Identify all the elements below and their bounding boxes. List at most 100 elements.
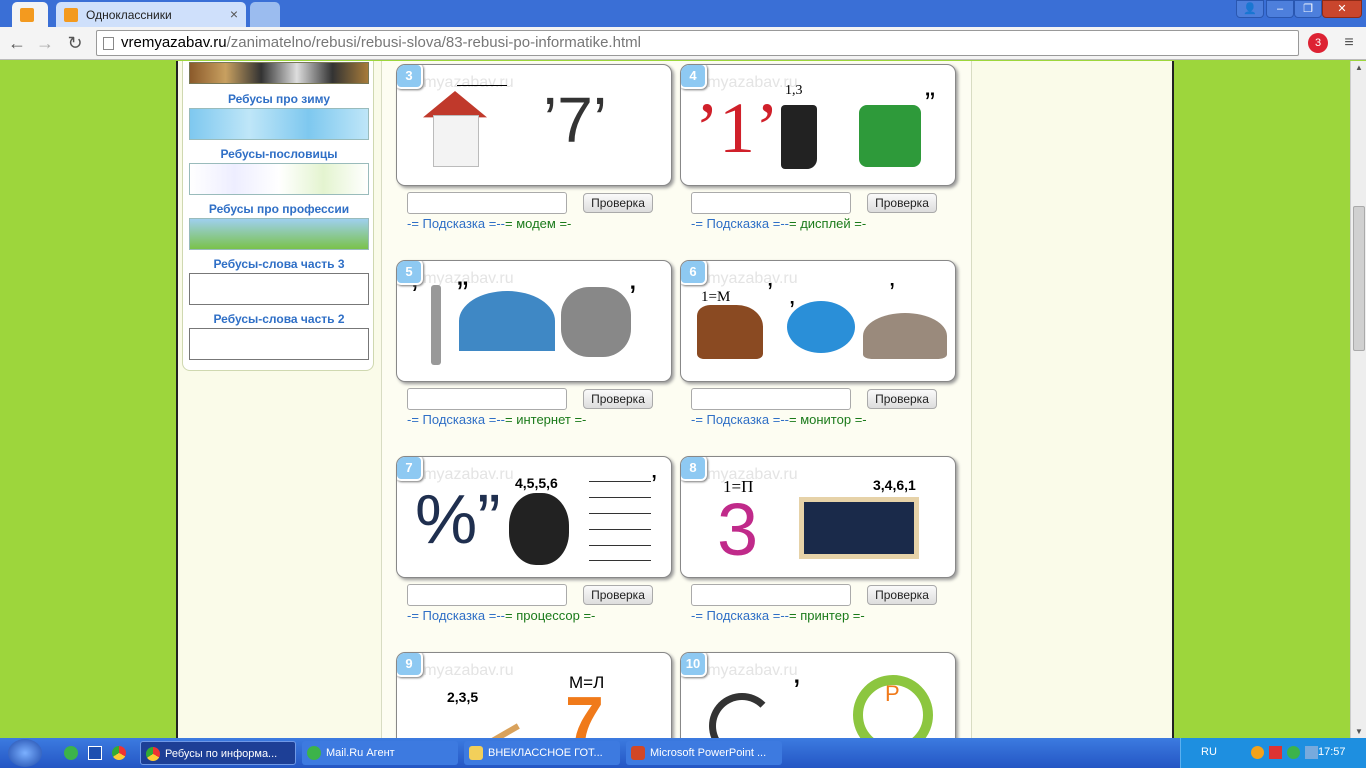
taskbar-item-folder[interactable]: ВНЕКЛАССНОЕ ГОТ...: [464, 741, 620, 765]
close-tab-icon[interactable]: ×: [230, 6, 238, 22]
url-host: vremyazabav.ru: [121, 34, 227, 51]
puzzle-card: 8 vremyazabav.ru 1=П 3 3,4,6,1: [680, 456, 956, 578]
answer-input[interactable]: [691, 388, 851, 410]
rebus-text: ’: [767, 277, 774, 308]
tray-app-icon[interactable]: [1251, 746, 1264, 759]
boot-icon: [781, 105, 817, 169]
scroll-up-icon[interactable]: ▲: [1355, 63, 1363, 72]
rebus-text: ”: [457, 275, 469, 313]
tab-vremyazabav[interactable]: [12, 2, 48, 27]
words-2-image: [189, 328, 369, 360]
puzzle-number: 6: [681, 261, 707, 285]
sidebar-item-professions[interactable]: Ребусы про профессии: [189, 202, 369, 250]
rebus-text: 7: [565, 682, 604, 738]
forward-icon[interactable]: →: [34, 33, 56, 55]
scrollbar-thumb[interactable]: [1353, 206, 1365, 351]
volume-icon[interactable]: [1269, 746, 1282, 759]
hand-shadow-icon: [561, 287, 631, 357]
close-window-button[interactable]: ✕: [1322, 0, 1362, 18]
snowflakes-image: [189, 108, 369, 140]
sickle-icon: [709, 693, 775, 738]
extension-badge: 3: [1314, 37, 1322, 49]
sidebar-item-label: Ребусы-слова часть 2: [213, 312, 345, 326]
taskbar-item-mailru[interactable]: Mail.Ru Агент: [302, 741, 458, 765]
check-button[interactable]: Проверка: [583, 389, 653, 409]
site-favicon-icon: [20, 7, 34, 22]
page-icon: [103, 37, 114, 50]
puzzle-number: 8: [681, 457, 707, 481]
taskbar: Ребусы по информа... Mail.Ru Агент ВНЕКЛ…: [0, 738, 1366, 768]
extension-icon[interactable]: 3: [1308, 33, 1328, 53]
menu-icon[interactable]: ≡: [1338, 33, 1360, 55]
check-button[interactable]: Проверка: [867, 585, 937, 605]
check-button[interactable]: Проверка: [867, 389, 937, 409]
puzzle-card: 5 vremyazabav.ru ’ ” ’: [396, 260, 672, 382]
sidebar-item-winter[interactable]: Ребусы про зиму: [189, 92, 369, 140]
check-button[interactable]: Проверка: [867, 193, 937, 213]
answer-input[interactable]: [407, 584, 567, 606]
words-3-image: [189, 273, 369, 305]
hint-text: -= Подсказка =--= дисплей =-: [691, 216, 867, 231]
tab-odnoklassniki[interactable]: Одноклассники ×: [56, 2, 246, 27]
watering-can-icon: [859, 105, 921, 167]
back-icon[interactable]: ←: [6, 33, 28, 55]
url-path: /zanimatelno/rebusi/rebusi-slova/83-rebu…: [226, 34, 641, 51]
taskbar-item-browser[interactable]: Ребусы по информа...: [140, 741, 296, 765]
hint-text: -= Подсказка =--= интернет =-: [407, 412, 587, 427]
restore-button[interactable]: ❐: [1294, 0, 1322, 18]
vertical-scrollbar[interactable]: ▲ ▼: [1350, 61, 1366, 738]
taskbar-item-powerpoint[interactable]: Microsoft PowerPoint ...: [626, 741, 782, 765]
treble-clef-icon: [589, 481, 651, 561]
sidebar-item-words-2[interactable]: Ребусы-слова часть 2: [189, 312, 369, 360]
puzzle-number: 5: [397, 261, 423, 285]
puzzle-number: 9: [397, 653, 423, 677]
puzzle-card: 3 vremyazabav.ru ’7’: [396, 64, 672, 186]
check-button[interactable]: Проверка: [583, 193, 653, 213]
reload-icon[interactable]: ↻: [64, 33, 86, 55]
answer-input[interactable]: [407, 192, 567, 214]
network-icon[interactable]: [1305, 746, 1318, 759]
fan-icon: [459, 291, 555, 351]
sidebar-thumb-animals[interactable]: [189, 61, 369, 84]
site-content: Ребусы про зиму Ребусы-пословицы Ребусы …: [176, 61, 1174, 738]
answer-input[interactable]: [691, 192, 851, 214]
browser-titlebar: Одноклассники × 👤 – ❐ ✕: [0, 0, 1366, 27]
professions-image: [189, 218, 369, 250]
rebus-text: ’: [793, 673, 801, 711]
sidebar-item-label: Ребусы про зиму: [227, 92, 331, 106]
rebus-text: 2,3,5: [447, 689, 479, 705]
scroll-down-icon[interactable]: ▼: [1355, 727, 1363, 736]
user-icon[interactable]: 👤: [1236, 0, 1264, 18]
new-tab-button[interactable]: [250, 2, 280, 27]
tray-agent-icon[interactable]: [1287, 746, 1300, 759]
quicklaunch-mail-icon[interactable]: [64, 746, 78, 760]
sidebar-item-label: Ребусы про профессии: [208, 202, 350, 216]
start-button[interactable]: [8, 739, 42, 767]
puzzle-number: 7: [397, 457, 423, 481]
rebus-text: 1,3: [785, 83, 803, 98]
xray-image: [799, 497, 919, 559]
check-button[interactable]: Проверка: [583, 585, 653, 605]
arrow-left-icon: [457, 85, 507, 86]
answer-input[interactable]: [407, 388, 567, 410]
language-indicator[interactable]: RU: [1201, 746, 1217, 758]
answer-input[interactable]: [691, 584, 851, 606]
puzzle-card: 9 vremyazabav.ru 2,3,5 М=Л 7: [396, 652, 672, 738]
horse-icon: [697, 305, 763, 359]
quicklaunch-doc-icon[interactable]: [88, 746, 102, 760]
address-bar[interactable]: vremyazabav.ru/zanimatelno/rebusi/rebusi…: [96, 30, 1299, 56]
rebus-text: ’7’: [543, 84, 608, 156]
page-viewport: Ребусы про зиму Ребусы-пословицы Ребусы …: [0, 61, 1350, 738]
minimize-button[interactable]: –: [1266, 0, 1294, 18]
puzzle-card: 4 vremyazabav.ru ’1’ 1,3 ”: [680, 64, 956, 186]
tire-icon: [509, 493, 569, 565]
rebus-text: Р: [885, 681, 900, 706]
rebus-text: ’: [651, 469, 658, 500]
rebus-text: ’1’: [695, 88, 779, 168]
clock[interactable]: 17:57: [1318, 746, 1346, 758]
sidebar-item-words-3[interactable]: Ребусы-слова часть 3: [189, 257, 369, 305]
sidebar-item-proverbs[interactable]: Ребусы-пословицы: [189, 147, 369, 195]
quicklaunch-chrome-icon[interactable]: [112, 746, 126, 760]
puzzle-card: 7 vremyazabav.ru %” 4,5,5,6 ’: [396, 456, 672, 578]
puzzle-number: 3: [397, 65, 423, 89]
